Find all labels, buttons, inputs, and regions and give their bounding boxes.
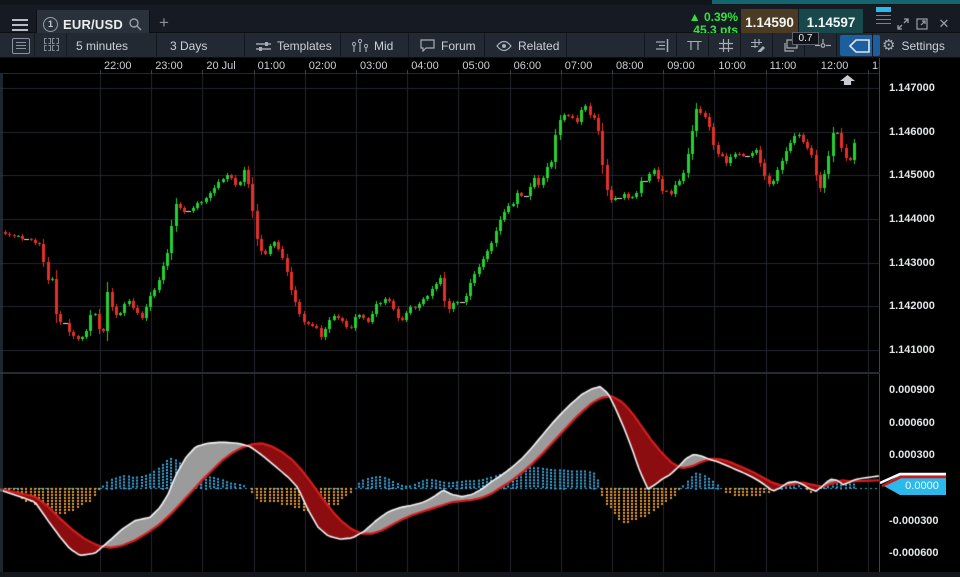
sliders-icon — [256, 40, 271, 52]
indicator-tick-label: -0.000300 — [889, 515, 939, 527]
timeframe-button[interactable]: 5 minutes — [68, 33, 136, 58]
time-label: 10:00 — [718, 60, 746, 72]
timeframe-label: 5 minutes — [76, 39, 128, 53]
toolbar-separator — [66, 33, 67, 58]
bid-price-button[interactable]: 1.14590 — [741, 9, 798, 35]
time-label: 23:00 — [155, 60, 183, 72]
forum-bubble-icon — [420, 39, 435, 52]
svg-text:0.0000: 0.0000 — [905, 480, 939, 492]
time-label: 07:00 — [565, 60, 593, 72]
polygon-icon — [848, 38, 872, 54]
indicator-tick-label: 0.000900 — [889, 384, 935, 396]
toolbar-separator — [772, 33, 773, 58]
mid-price-icon — [352, 39, 368, 52]
chart-tab-bar: 1 EUR/USD + ▲ 0.39% 45.3 pts 1.14590 1.1… — [0, 5, 960, 33]
trading-platform-window: 1 EUR/USD + ▲ 0.39% 45.3 pts 1.14590 1.1… — [0, 0, 960, 577]
toolbar-separator — [644, 33, 645, 58]
price-tick-label: 1.141000 — [889, 344, 935, 356]
toolbar-separator — [566, 33, 567, 58]
window-top-strip-accent — [712, 0, 960, 4]
layout-grid-icon — [44, 38, 61, 53]
forum-label: Forum — [441, 39, 476, 53]
toolbar-separator — [872, 33, 873, 58]
indicator-canvas[interactable] — [0, 374, 880, 572]
price-tick-label: 1.145000 — [889, 169, 935, 181]
indicator-tick-label: -0.000600 — [889, 547, 939, 559]
time-label: 20 Jul — [206, 60, 235, 72]
time-label: 04:00 — [411, 60, 439, 72]
time-label: 05:00 — [462, 60, 490, 72]
market-watch-button[interactable] — [4, 33, 38, 58]
price-chart-canvas[interactable] — [0, 74, 880, 372]
templates-label: Templates — [277, 39, 332, 53]
grid-button[interactable] — [711, 33, 741, 58]
toolbar-separator — [34, 33, 35, 58]
time-label: 08:00 — [616, 60, 644, 72]
mid-label: Mid — [374, 39, 393, 53]
price-scale-button[interactable] — [646, 33, 678, 58]
related-button[interactable]: Related — [488, 33, 567, 58]
left-edge-strip — [0, 74, 3, 572]
period-label: 3 Days — [170, 39, 207, 53]
toolbar-separator — [408, 33, 409, 58]
spread-value: 0.7 — [792, 32, 819, 45]
main-menu-button[interactable] — [8, 16, 34, 33]
text-size-icon: TT — [687, 38, 701, 53]
price-tick-label: 1.142000 — [889, 300, 935, 312]
gear-icon: ⚙ — [882, 38, 895, 53]
price-tick-label: 1.143000 — [889, 257, 935, 269]
scale-align-icon — [654, 39, 670, 52]
hamburger-icon — [12, 19, 28, 21]
settings-button[interactable]: ⚙ Settings — [874, 33, 953, 58]
time-label: 06:00 — [514, 60, 542, 72]
popout-chart-button[interactable] — [915, 17, 929, 31]
grid-icon — [719, 39, 733, 52]
toolbar-separator — [676, 33, 677, 58]
time-label: 12:00 — [821, 60, 849, 72]
related-eye-icon — [496, 40, 512, 52]
related-label: Related — [518, 39, 559, 53]
toolbar-separator — [484, 33, 485, 58]
indicator-value-badge: 0.0000 — [880, 472, 950, 498]
grid-edit-button[interactable] — [743, 33, 774, 58]
forum-button[interactable]: Forum — [412, 33, 484, 58]
text-size-button[interactable]: TT — [679, 33, 709, 58]
toolbar-separator — [836, 33, 837, 58]
bottom-strip — [0, 572, 960, 577]
symbol-label: EUR/USD — [63, 17, 123, 32]
time-label: 01:00 — [258, 60, 286, 72]
time-label: 02:00 — [309, 60, 337, 72]
time-axis[interactable]: 22:00 23:00 20 Jul 01:00 02:00 03:00 04:00 05:0… — [0, 58, 880, 74]
chart-number-badge: 1 — [43, 17, 58, 32]
templates-button[interactable]: Templates — [248, 33, 340, 58]
settings-label: Settings — [901, 39, 944, 53]
mid-price-button[interactable]: Mid — [344, 33, 401, 58]
toolbar-separator — [340, 33, 341, 58]
toolbar-separator — [708, 33, 709, 58]
change-percent: 0.39% — [704, 10, 738, 24]
search-icon[interactable] — [128, 17, 142, 31]
close-chart-button[interactable]: ✕ — [937, 17, 951, 31]
toolbar-separator — [740, 33, 741, 58]
up-arrow-icon: ▲ — [689, 10, 701, 24]
time-label: 22:00 — [104, 60, 132, 72]
time-label: 03:00 — [360, 60, 388, 72]
time-label: 09:00 — [667, 60, 695, 72]
price-tick-label: 1.144000 — [889, 213, 935, 225]
indicator-tick-label: 0.000600 — [889, 417, 935, 429]
indicator-tick-label: 0.000300 — [889, 449, 935, 461]
toolbar-separator — [156, 33, 157, 58]
time-label: 11:00 — [770, 60, 797, 72]
price-tick-label: 1.146000 — [889, 126, 935, 138]
depth-list-icon[interactable] — [876, 7, 891, 24]
price-tick-label: 1.147000 — [889, 82, 935, 94]
new-tab-button[interactable]: + — [156, 13, 172, 33]
list-box-icon — [12, 38, 30, 54]
chart-layout-button[interactable] — [36, 33, 69, 58]
period-button[interactable]: 3 Days — [162, 33, 215, 58]
grid-pencil-icon — [751, 39, 766, 52]
toolbar-separator — [244, 33, 245, 58]
expand-chart-button[interactable] — [896, 17, 910, 31]
